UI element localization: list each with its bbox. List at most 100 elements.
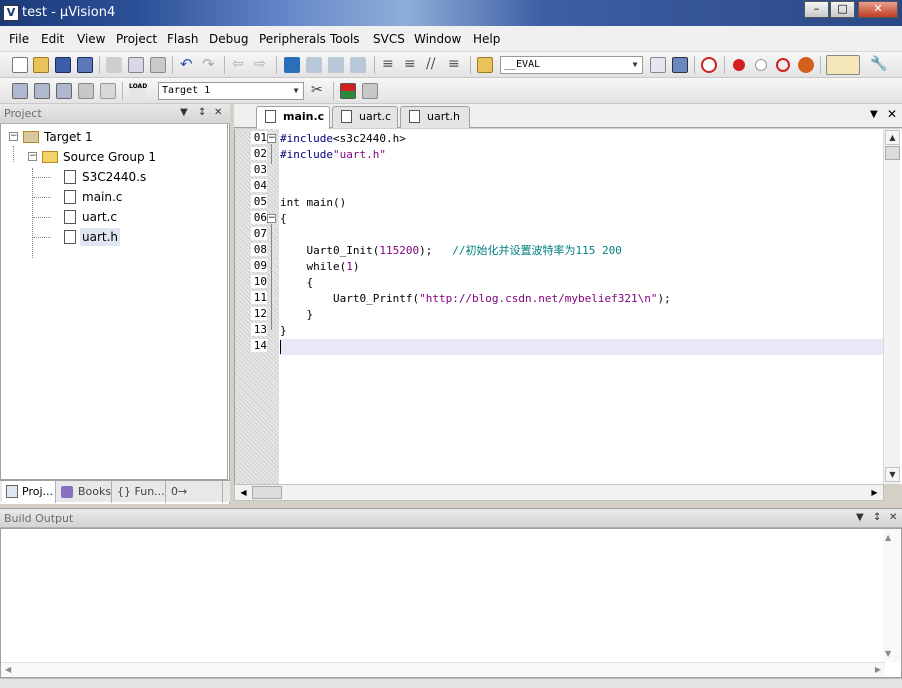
uncomment-icon[interactable]: ≡ xyxy=(448,57,464,73)
window-layout-icon[interactable] xyxy=(826,55,860,75)
minimize-button[interactable]: – xyxy=(804,1,829,18)
clear-bookmarks-icon[interactable] xyxy=(350,57,366,73)
kill-breakpoints-icon[interactable] xyxy=(798,57,814,73)
batch-build-icon[interactable] xyxy=(78,83,94,99)
build-output-pane[interactable]: ▲ ▼ ◀ ▶ xyxy=(0,528,902,678)
breakpoint-icon[interactable] xyxy=(733,59,745,71)
project-tab-icon xyxy=(6,485,18,498)
maximize-button[interactable]: □ xyxy=(830,1,855,18)
scroll-up-icon[interactable]: ▲ xyxy=(885,130,900,145)
tab-uart-h[interactable]: uart.h xyxy=(400,106,470,128)
wrench-icon[interactable]: 🔧 xyxy=(870,57,887,73)
menu-peripherals[interactable]: Peripherals xyxy=(259,32,326,46)
menu-edit[interactable]: Edit xyxy=(41,32,64,46)
scroll-left-icon[interactable]: ◀ xyxy=(5,665,11,674)
panel-dropdown-icon[interactable]: ▼ xyxy=(856,512,864,523)
fold-collapse-icon[interactable]: − xyxy=(267,134,276,143)
stop-build-icon[interactable] xyxy=(100,83,116,99)
file-icon xyxy=(409,110,420,123)
code-editor[interactable]: 01 02 03 04 05 06 07 08 09 10 11 12 13 1… xyxy=(234,129,902,484)
tree-item-file[interactable]: uart.c xyxy=(1,208,229,226)
manage-components-icon[interactable] xyxy=(340,83,356,99)
translate-icon[interactable] xyxy=(12,83,28,99)
menu-view[interactable]: View xyxy=(77,32,105,46)
build-output-horizontal-scrollbar[interactable]: ◀ ▶ xyxy=(1,662,885,677)
rebuild-icon[interactable] xyxy=(56,83,72,99)
tree-item-file[interactable]: main.c xyxy=(1,188,229,206)
scroll-down-icon[interactable]: ▼ xyxy=(885,467,900,482)
panel-dropdown-icon[interactable]: ▼ xyxy=(180,107,188,118)
menu-svcs[interactable]: SVCS xyxy=(373,32,405,46)
tab-templates[interactable]: 0→ Tem... xyxy=(167,481,223,520)
tab-uart-c[interactable]: uart.c xyxy=(332,106,398,128)
scroll-up-icon[interactable]: ▲ xyxy=(885,533,891,542)
menu-window[interactable]: Window xyxy=(414,32,461,46)
multi-project-icon[interactable] xyxy=(362,83,378,99)
unindent-icon[interactable]: ≡ xyxy=(404,57,420,73)
menu-help[interactable]: Help xyxy=(473,32,500,46)
scroll-thumb[interactable] xyxy=(885,146,900,160)
fold-line xyxy=(271,224,272,330)
build-output-vertical-scrollbar[interactable]: ▲ ▼ xyxy=(883,529,900,662)
disable-all-breakpoints-icon[interactable] xyxy=(776,58,790,72)
scroll-down-icon[interactable]: ▼ xyxy=(885,649,891,658)
scroll-right-icon[interactable]: ▶ xyxy=(867,485,882,500)
redo-icon[interactable]: ↷ xyxy=(202,57,218,73)
comment-icon[interactable]: // xyxy=(426,57,442,73)
panel-close-icon[interactable]: ✕ xyxy=(889,512,897,523)
tab-books[interactable]: Books xyxy=(57,481,112,503)
editor-horizontal-scrollbar[interactable]: ◀ ▶ xyxy=(234,484,884,501)
close-button[interactable]: ✕ xyxy=(858,1,898,18)
pin-icon[interactable]: ↕ xyxy=(873,512,881,523)
paste-icon[interactable] xyxy=(150,57,166,73)
eval-combo[interactable]: __EVAL ▼ xyxy=(500,56,643,74)
close-tab-icon[interactable]: ✕ xyxy=(887,107,897,121)
h-scroll-thumb[interactable] xyxy=(252,486,282,499)
build-icon[interactable] xyxy=(34,83,50,99)
menu-project[interactable]: Project xyxy=(116,32,157,46)
undo-icon[interactable]: ↶ xyxy=(180,57,196,73)
cut-icon[interactable] xyxy=(106,57,122,73)
tree-item-target[interactable]: − Target 1 xyxy=(1,128,229,146)
tab-list-dropdown-icon[interactable]: ▼ xyxy=(870,109,878,120)
menu-debug[interactable]: Debug xyxy=(209,32,248,46)
save-icon[interactable] xyxy=(55,57,71,73)
menu-file[interactable]: File xyxy=(9,32,29,46)
fold-collapse-icon[interactable]: − xyxy=(267,214,276,223)
collapse-icon[interactable]: − xyxy=(9,132,18,141)
toolbar-separator xyxy=(99,56,100,74)
copy-icon[interactable] xyxy=(128,57,144,73)
scroll-left-icon[interactable]: ◀ xyxy=(236,485,251,500)
load-download-icon[interactable]: LOAD xyxy=(129,83,147,99)
disable-breakpoint-icon[interactable] xyxy=(755,59,767,71)
tab-main-c[interactable]: main.c xyxy=(256,106,330,129)
next-bookmark-icon[interactable] xyxy=(328,57,344,73)
build-toolbar: LOAD Target 1 ▼ ✂ xyxy=(0,78,902,104)
tree-item-file[interactable]: S3C2440.s xyxy=(1,168,229,186)
incremental-find-icon[interactable] xyxy=(672,57,688,73)
tree-item-source-group[interactable]: − Source Group 1 xyxy=(1,148,229,166)
find-in-files-icon[interactable] xyxy=(477,57,493,73)
collapse-icon[interactable]: − xyxy=(28,152,37,161)
new-file-icon[interactable] xyxy=(12,57,28,73)
open-folder-icon[interactable] xyxy=(33,57,49,73)
menu-tools[interactable]: Tools xyxy=(330,32,360,46)
panel-close-icon[interactable]: ✕ xyxy=(214,107,222,118)
pin-icon[interactable]: ↕ xyxy=(198,107,206,118)
nav-forward-icon[interactable]: ⇨ xyxy=(254,57,270,73)
target-combo[interactable]: Target 1 ▼ xyxy=(158,82,304,100)
target-options-icon[interactable]: ✂ xyxy=(311,83,327,99)
nav-back-icon[interactable]: ⇦ xyxy=(232,57,248,73)
prev-bookmark-icon[interactable] xyxy=(306,57,322,73)
debug-session-icon[interactable] xyxy=(701,57,717,73)
editor-vertical-scrollbar[interactable]: ▲ ▼ xyxy=(883,129,900,484)
scroll-right-icon[interactable]: ▶ xyxy=(875,665,881,674)
indent-icon[interactable]: ≡ xyxy=(382,57,398,73)
find-icon[interactable] xyxy=(650,57,666,73)
tab-project[interactable]: Proj... xyxy=(2,481,56,503)
tree-item-file[interactable]: uart.h xyxy=(1,228,229,246)
tab-functions[interactable]: {} Fun... xyxy=(113,481,166,503)
bookmark-icon[interactable] xyxy=(284,57,300,73)
menu-flash[interactable]: Flash xyxy=(167,32,198,46)
save-all-icon[interactable] xyxy=(77,57,93,73)
